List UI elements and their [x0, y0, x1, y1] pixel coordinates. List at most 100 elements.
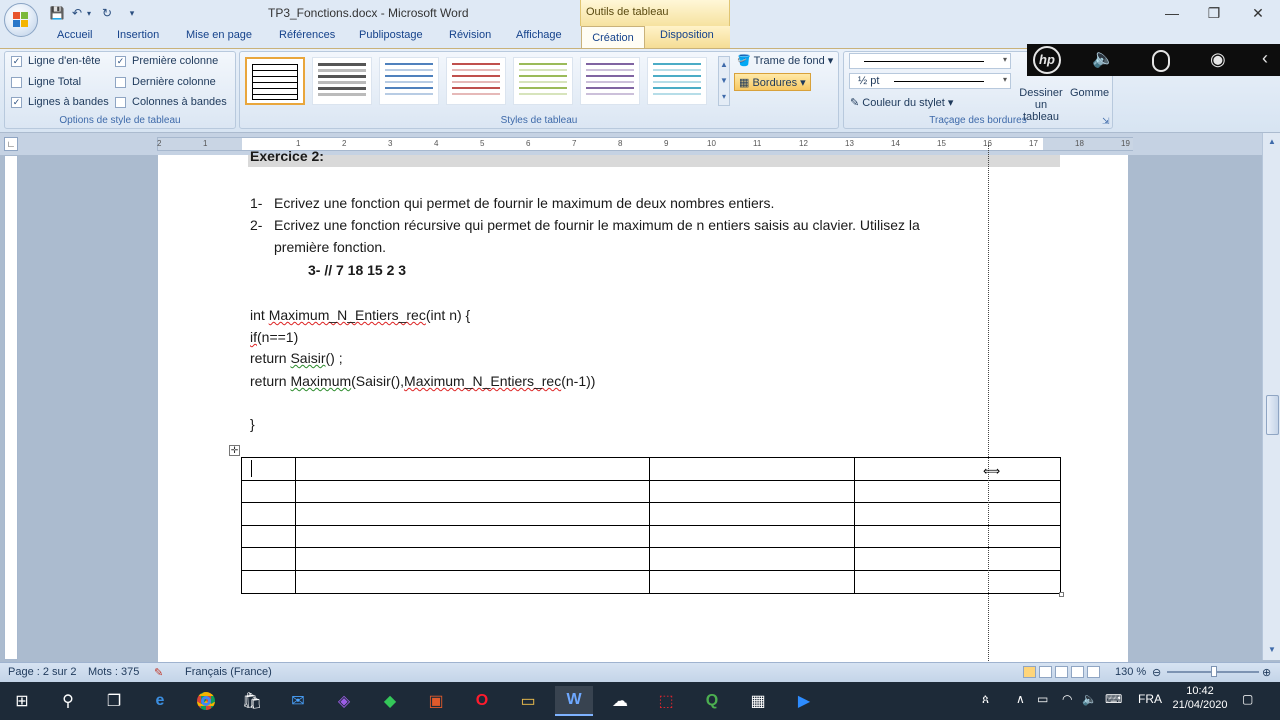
- header-row-checkbox[interactable]: ✓ Ligne d'en-tête: [11, 55, 100, 67]
- table-style-thumb[interactable]: [446, 57, 506, 105]
- tab-publipostage[interactable]: Publipostage: [359, 29, 423, 41]
- file-explorer-icon[interactable]: ▭: [509, 686, 547, 716]
- tab-references[interactable]: Références: [279, 29, 335, 41]
- table-cell[interactable]: [294, 457, 651, 481]
- checkbox-box[interactable]: ✓: [11, 96, 22, 108]
- table-cell[interactable]: [854, 479, 1061, 504]
- table-resize-handle[interactable]: [1059, 592, 1064, 597]
- table-cell[interactable]: [241, 479, 296, 504]
- table-cell[interactable]: [241, 569, 296, 594]
- zoom-out-icon[interactable]: ⊖: [1152, 666, 1161, 679]
- table-cell[interactable]: [854, 547, 1061, 571]
- gallery-scroll[interactable]: ▲ ▼ ▾: [718, 56, 730, 106]
- app-cloud-icon[interactable]: ☁: [601, 686, 639, 716]
- save-icon[interactable]: 💾: [48, 4, 66, 22]
- zoom-app-icon[interactable]: ▶: [785, 686, 823, 716]
- office-button[interactable]: [4, 3, 38, 37]
- speaker-icon[interactable]: 🔈: [1092, 48, 1114, 69]
- table-cell[interactable]: [294, 547, 651, 571]
- scroll-up-icon[interactable]: ▲: [1265, 137, 1279, 149]
- word-count[interactable]: Mots : 375: [88, 666, 139, 678]
- eraser-button[interactable]: Gomme: [1070, 87, 1109, 99]
- broadcast-icon[interactable]: ◉: [1210, 49, 1226, 70]
- table-style-thumb[interactable]: [312, 57, 372, 105]
- page-count[interactable]: Page : 2 sur 2: [8, 666, 77, 678]
- redo-icon[interactable]: ↻: [98, 4, 116, 22]
- borders-button[interactable]: ▦ Bordures ▾: [734, 73, 811, 91]
- checkbox-box[interactable]: [115, 76, 126, 88]
- pdf-icon[interactable]: ⬚: [647, 686, 685, 716]
- first-column-checkbox[interactable]: ✓ Première colonne: [115, 55, 218, 67]
- volume-icon[interactable]: 🔈: [1082, 692, 1097, 706]
- visual-studio-icon[interactable]: ◈: [325, 686, 363, 716]
- web-layout-icon[interactable]: [1055, 666, 1068, 678]
- wifi-icon[interactable]: ◠: [1062, 692, 1072, 706]
- tab-accueil[interactable]: Accueil: [57, 29, 92, 41]
- clock[interactable]: 10:42 21/04/2020: [1172, 685, 1228, 711]
- word-icon[interactable]: W: [555, 686, 593, 716]
- keyboard-icon[interactable]: ⌨: [1105, 692, 1122, 706]
- tab-insertion[interactable]: Insertion: [117, 29, 159, 41]
- table-cell[interactable]: [649, 457, 856, 481]
- chrome-icon[interactable]: [187, 686, 225, 716]
- table-cell[interactable]: [649, 502, 856, 526]
- table-cell[interactable]: [854, 502, 1061, 526]
- table-cell[interactable]: [649, 479, 856, 504]
- app-orange-icon[interactable]: ▣: [417, 686, 455, 716]
- table-style-thumb[interactable]: [647, 57, 707, 105]
- zoom-level[interactable]: 130 %: [1115, 666, 1146, 678]
- mail-icon[interactable]: ✉: [279, 686, 317, 716]
- banded-rows-checkbox[interactable]: ✓ Lignes à bandes: [11, 96, 109, 108]
- table-cell[interactable]: [294, 569, 651, 594]
- table-cell[interactable]: [241, 547, 296, 571]
- opera-icon[interactable]: O: [463, 686, 501, 716]
- tray-chevron-icon[interactable]: ∧: [1016, 692, 1025, 706]
- scrollbar-thumb[interactable]: [1266, 395, 1279, 435]
- table-style-thumb[interactable]: [245, 57, 305, 105]
- total-row-checkbox[interactable]: Ligne Total: [11, 76, 81, 88]
- task-view-icon[interactable]: ❐: [95, 686, 133, 716]
- tab-affichage[interactable]: Affichage: [516, 29, 562, 41]
- scroll-down-icon[interactable]: ▼: [1265, 645, 1279, 657]
- table-cell[interactable]: [649, 547, 856, 571]
- last-column-checkbox[interactable]: Dernière colonne: [115, 76, 216, 88]
- checkbox-box[interactable]: ✓: [11, 55, 22, 67]
- customize-qat-icon[interactable]: ▾: [126, 4, 138, 22]
- calculator-icon[interactable]: ▦: [739, 686, 777, 716]
- outline-icon[interactable]: [1071, 666, 1084, 678]
- search-icon[interactable]: ⚲: [49, 686, 87, 716]
- line-style-select[interactable]: ▾: [849, 53, 1011, 69]
- input-language[interactable]: FRA: [1138, 692, 1162, 706]
- spellcheck-icon[interactable]: ✎: [154, 666, 163, 679]
- print-layout-icon[interactable]: [1023, 666, 1036, 678]
- language-indicator[interactable]: Français (France): [185, 666, 272, 678]
- edge-icon[interactable]: e: [141, 686, 179, 716]
- minimize-button[interactable]: —: [1150, 0, 1194, 26]
- checkbox-box[interactable]: [115, 96, 126, 108]
- notifications-icon[interactable]: ▢: [1242, 692, 1253, 706]
- table-cell[interactable]: [294, 524, 651, 549]
- table-cell[interactable]: [241, 502, 296, 526]
- table-cell[interactable]: [241, 457, 296, 481]
- microphone-icon[interactable]: [1152, 50, 1170, 72]
- view-buttons[interactable]: [1023, 666, 1107, 679]
- tab-mise-en-page[interactable]: Mise en page: [186, 29, 252, 41]
- maximize-button[interactable]: ❐: [1192, 0, 1236, 26]
- pen-color-button[interactable]: ✎ Couleur du stylet ▾: [850, 96, 953, 109]
- document-table[interactable]: [241, 457, 1061, 594]
- battery-icon[interactable]: ▭: [1037, 692, 1048, 706]
- table-style-thumb[interactable]: [513, 57, 573, 105]
- zoom-in-icon[interactable]: ⊕: [1262, 666, 1271, 679]
- arrow-left-icon[interactable]: ‹: [1262, 48, 1268, 69]
- full-screen-icon[interactable]: [1039, 666, 1052, 678]
- close-button[interactable]: ✕: [1236, 0, 1280, 26]
- table-move-handle-icon[interactable]: ✛: [229, 445, 240, 456]
- dialog-launcher-icon[interactable]: ⇲: [1102, 116, 1110, 127]
- tab-creation[interactable]: Création: [581, 26, 645, 48]
- table-cell[interactable]: [649, 524, 856, 549]
- undo-dropdown-icon[interactable]: ▾: [84, 4, 94, 22]
- table-style-thumb[interactable]: [379, 57, 439, 105]
- tab-revision[interactable]: Révision: [449, 29, 491, 41]
- table-cell[interactable]: [854, 524, 1061, 549]
- table-cell[interactable]: [649, 569, 856, 594]
